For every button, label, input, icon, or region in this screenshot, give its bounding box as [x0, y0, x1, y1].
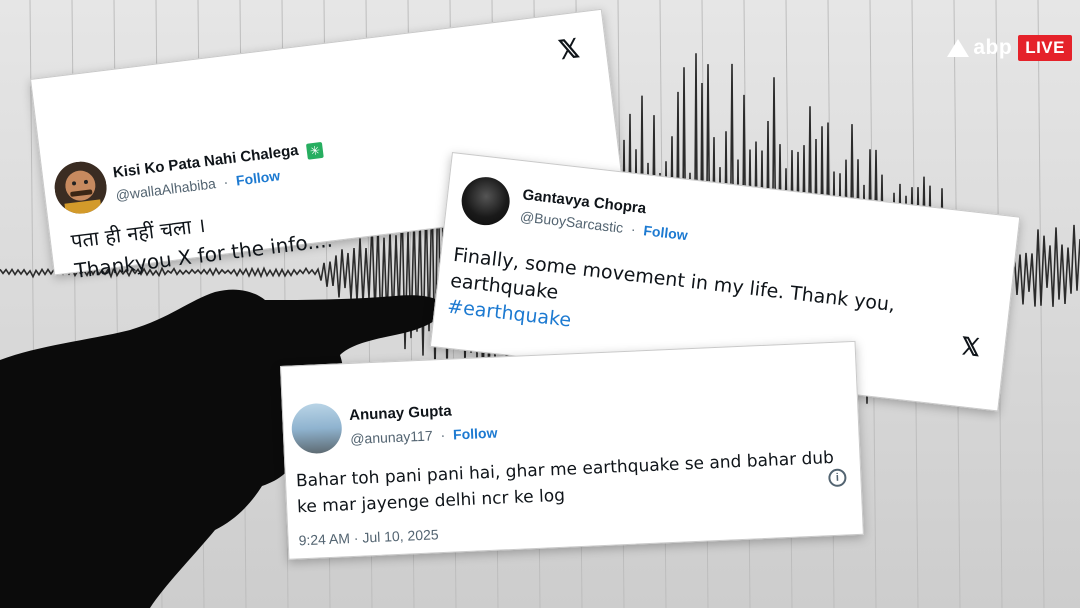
separator: ·	[440, 426, 446, 444]
tweet-timestamp[interactable]: 9:24 AM · Jul 10, 2025	[298, 526, 439, 548]
follow-button[interactable]: Follow	[643, 222, 689, 243]
abp-brand: abp	[973, 36, 1013, 59]
verified-sparkle-icon: ✳	[306, 141, 324, 160]
follow-button[interactable]: Follow	[235, 167, 281, 188]
separator: ·	[222, 173, 230, 190]
info-icon[interactable]: i	[828, 468, 847, 488]
tweet-card-3: Anunay Gupta @anunay117 · Follow Bahar t…	[280, 340, 864, 560]
abp-triangle-icon	[947, 39, 970, 57]
tweet-text: Bahar toh pani pani hai, ghar me earthqu…	[295, 447, 835, 518]
tweet-header: Anunay Gupta @anunay117 · Follow	[290, 396, 498, 455]
avatar[interactable]	[459, 174, 513, 228]
avatar[interactable]	[290, 402, 343, 455]
avatar[interactable]	[51, 158, 110, 217]
news-graphic: abp LIVE 𝕏 Kisi Ko Pata Nahi Chalega ✳ @…	[0, 0, 1080, 608]
tweet-header: Gantavya Chopra @BuoySarcastic · Follow	[459, 174, 691, 249]
display-name[interactable]: Anunay Gupta	[349, 403, 452, 424]
follow-button[interactable]: Follow	[453, 425, 498, 443]
x-logo-icon: 𝕏	[959, 332, 982, 362]
abp-live-logo: abp LIVE	[947, 33, 1072, 63]
separator: ·	[630, 220, 637, 238]
x-logo-icon: 𝕏	[556, 32, 582, 66]
user-handle[interactable]: @anunay117	[350, 427, 433, 447]
live-badge: LIVE	[1018, 35, 1072, 61]
